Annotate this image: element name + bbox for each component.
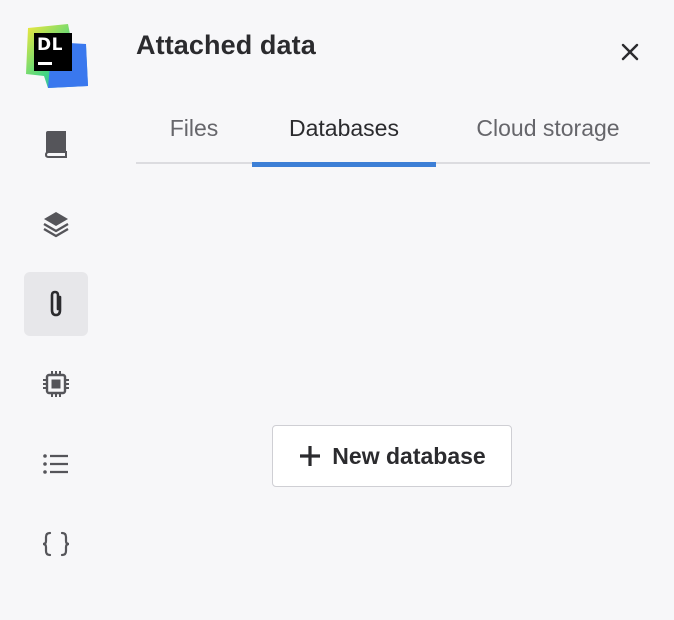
app-logo[interactable]: DL	[24, 24, 90, 90]
app-window: DL Attached data Files Databases Cloud s…	[0, 0, 674, 620]
tab-files[interactable]: Files	[136, 104, 252, 162]
logo-mark: DL	[34, 33, 72, 71]
tab-bar: Files Databases Cloud storage	[136, 104, 650, 167]
paperclip-icon	[50, 290, 62, 317]
close-icon	[621, 43, 639, 61]
panel-title: Attached data	[136, 30, 316, 60]
layers-icon	[43, 212, 69, 238]
sidebar-item-variables[interactable]	[24, 512, 88, 576]
book-icon	[44, 131, 67, 158]
sidebar: DL	[0, 0, 112, 620]
new-database-button[interactable]: New database	[272, 425, 512, 487]
sidebar-item-attached-data[interactable]	[24, 272, 88, 336]
sidebar-item-computation[interactable]	[24, 352, 88, 416]
chip-icon	[43, 371, 69, 397]
tab-cloud-storage[interactable]: Cloud storage	[448, 104, 648, 162]
close-button[interactable]	[614, 36, 646, 68]
list-icon	[43, 454, 68, 474]
sidebar-item-notebooks[interactable]	[24, 112, 88, 176]
sidebar-item-layers[interactable]	[24, 192, 88, 256]
logo-text: DL	[37, 35, 63, 55]
new-database-label: New database	[332, 442, 486, 469]
tab-databases[interactable]: Databases	[252, 104, 436, 167]
braces-icon	[42, 531, 70, 557]
plus-icon	[300, 446, 321, 466]
sidebar-item-outline[interactable]	[24, 432, 88, 496]
